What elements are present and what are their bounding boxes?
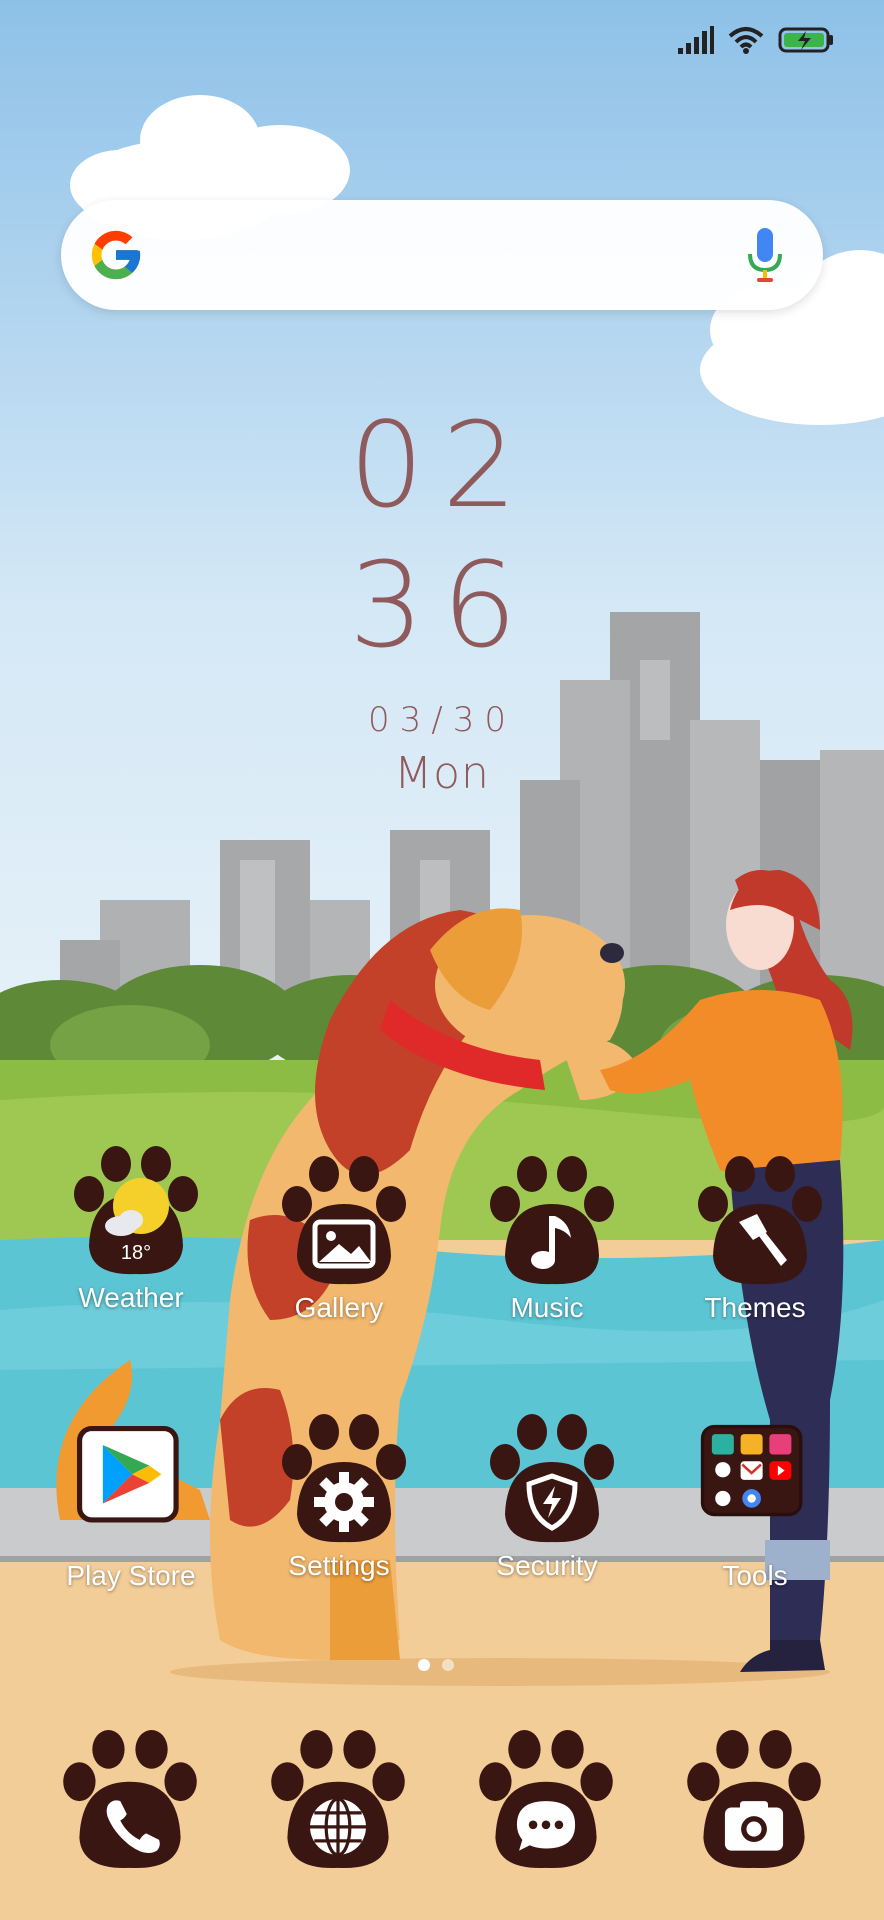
phone-icon — [63, 1730, 197, 1868]
microphone-icon[interactable] — [745, 226, 785, 286]
folder-icon — [700, 1424, 803, 1517]
page-indicator — [418, 1659, 454, 1671]
app-label: Settings — [288, 1550, 390, 1581]
camera-icon — [687, 1730, 821, 1868]
app-settings[interactable]: Settings — [254, 1414, 424, 1604]
app-weather[interactable]: 18° Weather — [46, 1146, 216, 1336]
google-search-bar[interactable] — [61, 200, 823, 310]
paintbrush-icon — [698, 1156, 822, 1285]
page-dot-active — [418, 1659, 430, 1671]
globe-icon — [271, 1730, 405, 1868]
app-label: Weather — [78, 1282, 184, 1313]
clock-hour: 02 — [348, 396, 536, 534]
status-bar — [678, 18, 834, 62]
app-label: Security — [496, 1550, 598, 1581]
app-themes[interactable]: Themes — [670, 1156, 840, 1346]
signal-bars-icon — [678, 26, 714, 54]
page-dot — [442, 1659, 454, 1671]
folder-tools[interactable]: Tools — [670, 1424, 840, 1614]
dock-browser[interactable] — [268, 1730, 408, 1870]
dock-phone[interactable] — [60, 1730, 200, 1870]
shield-bolt-icon — [490, 1414, 614, 1543]
app-security[interactable]: Security — [462, 1414, 632, 1604]
app-gallery[interactable]: Gallery — [254, 1156, 424, 1346]
chat-bubble-icon — [479, 1730, 613, 1868]
google-g-icon — [91, 230, 141, 280]
dock-messages[interactable] — [476, 1730, 616, 1870]
app-label: Play Store — [66, 1560, 196, 1591]
app-label: Themes — [704, 1292, 806, 1323]
play-store-icon — [77, 1426, 179, 1523]
clock-date: 03/30 — [368, 700, 516, 740]
app-play-store[interactable]: Play Store — [46, 1424, 216, 1614]
clock-day: Mon — [394, 748, 490, 799]
app-label: Music — [510, 1292, 584, 1323]
gallery-image-icon — [282, 1156, 406, 1285]
weather-temperature: 18° — [120, 1242, 152, 1264]
folder-label: Tools — [722, 1560, 788, 1591]
gear-icon — [282, 1414, 406, 1543]
music-note-icon — [490, 1156, 614, 1285]
battery-charging-icon — [778, 27, 833, 53]
dock-camera[interactable] — [684, 1730, 824, 1870]
app-music[interactable]: Music — [462, 1156, 632, 1346]
app-label: Gallery — [294, 1292, 384, 1323]
clock-minute: 36 — [348, 536, 536, 674]
wifi-icon — [728, 27, 764, 54]
